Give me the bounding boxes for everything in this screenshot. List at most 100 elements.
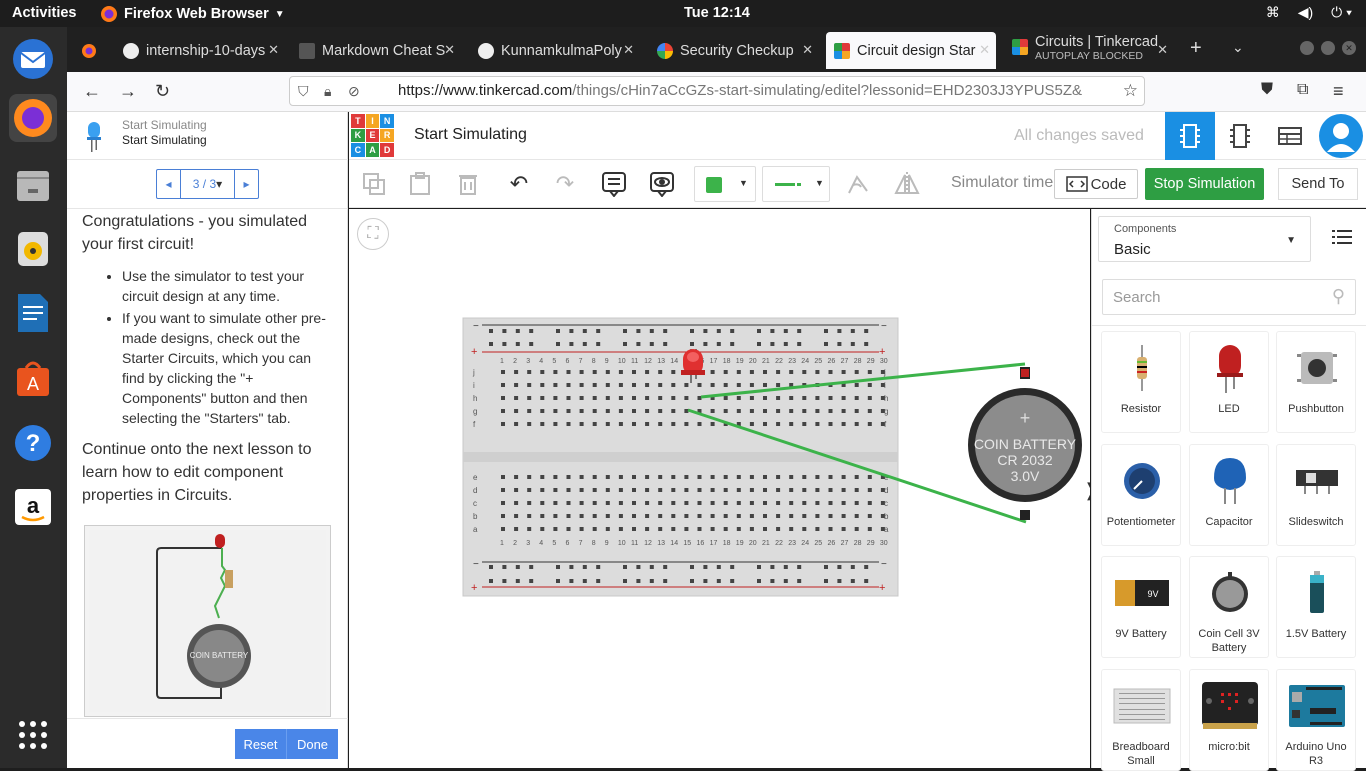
close-icon[interactable]: ✕ xyxy=(802,42,813,58)
pocket-icon[interactable]: ⛊ xyxy=(1261,81,1273,99)
next-step-button[interactable]: ▸ xyxy=(234,170,258,198)
tab-internship[interactable]: internship-10-days ✕ xyxy=(115,32,285,69)
component-resistor[interactable]: Resistor xyxy=(1101,331,1181,433)
code-button[interactable]: Code xyxy=(1054,169,1138,199)
coin-battery[interactable]: + COIN BATTERY CR 2032 3.0V xyxy=(968,367,1082,520)
activities-button[interactable]: Activities xyxy=(12,5,76,21)
rhythmbox-icon[interactable] xyxy=(9,225,57,273)
send-to-button[interactable]: Send To xyxy=(1278,168,1358,200)
app-menu[interactable]: Firefox Web Browser ▼ xyxy=(100,5,285,23)
close-window-button[interactable]: ✕ xyxy=(1342,41,1356,55)
component-search-input[interactable]: Search ⚲ xyxy=(1102,279,1356,315)
design-title[interactable]: Start Simulating xyxy=(414,126,527,144)
lesson-heading: Congratulations - you simulated your fir… xyxy=(82,213,308,253)
svg-text:a: a xyxy=(27,493,40,518)
firefox-dock-icon[interactable] xyxy=(9,94,57,142)
back-arrow-icon[interactable]: ← xyxy=(83,81,101,102)
component-coin-cell[interactable]: Coin Cell 3V Battery xyxy=(1189,556,1269,658)
lock-icon[interactable]: 🔒︎ xyxy=(324,77,331,105)
component-led[interactable]: LED xyxy=(1189,331,1269,433)
delete-icon[interactable] xyxy=(453,170,483,198)
component-arduino[interactable]: Arduino Uno R3 xyxy=(1276,669,1356,771)
components-selector[interactable]: Components Basic ▼ xyxy=(1098,216,1311,262)
new-tab-button[interactable]: + xyxy=(1190,37,1202,60)
reset-button[interactable]: Reset xyxy=(235,729,287,759)
maximize-button[interactable] xyxy=(1321,41,1335,55)
component-capacitor[interactable]: Capacitor xyxy=(1189,444,1269,546)
slideswitch-icon xyxy=(1282,451,1352,511)
pinned-tab[interactable] xyxy=(73,32,101,69)
svg-text:+: + xyxy=(879,346,885,358)
software-center-icon[interactable]: A xyxy=(9,354,57,402)
close-icon[interactable]: ✕ xyxy=(623,42,634,58)
component-potentiometer[interactable]: Potentiometer xyxy=(1101,444,1181,546)
component-battery-9v[interactable]: 9V 9V Battery xyxy=(1101,556,1181,658)
component-battery-aa[interactable]: 1.5V Battery xyxy=(1276,556,1356,658)
lesson-bullets: Use the simulator to test your circuit d… xyxy=(122,266,337,428)
close-icon[interactable]: ✕ xyxy=(1157,42,1168,58)
tab-circuit-design[interactable]: Circuit design Star ✕ xyxy=(826,32,996,69)
done-button[interactable]: Done xyxy=(287,729,338,759)
files-icon[interactable] xyxy=(9,161,57,209)
bookmark-star-icon[interactable]: ☆ xyxy=(1118,77,1138,105)
amazon-icon[interactable]: a xyxy=(9,483,57,531)
app-grid-icon[interactable] xyxy=(9,711,57,759)
coin-cell-icon xyxy=(1195,563,1265,623)
prev-step-button[interactable]: ◂ xyxy=(157,170,181,198)
svg-text:23: 23 xyxy=(788,540,796,547)
component-breadboard[interactable]: Breadboard Small xyxy=(1101,669,1181,771)
close-icon[interactable]: ✕ xyxy=(979,42,990,58)
component-slideswitch[interactable]: Slideswitch xyxy=(1276,444,1356,546)
user-avatar[interactable] xyxy=(1316,112,1366,160)
color-picker[interactable]: ▼ xyxy=(694,166,756,202)
color-swatch xyxy=(706,177,722,193)
tab-security[interactable]: Security Checkup ✕ xyxy=(649,32,819,69)
tracking-icon[interactable]: ⊘ xyxy=(348,77,360,105)
wire-type-picker[interactable]: ▼ xyxy=(762,166,830,202)
stop-simulation-button[interactable]: Stop Simulation xyxy=(1145,168,1264,200)
copy-icon[interactable] xyxy=(359,170,389,198)
battery-model: CR 2032 xyxy=(997,452,1052,468)
component-list-view-button[interactable] xyxy=(1265,112,1315,160)
component-pushbutton[interactable]: Pushbutton xyxy=(1276,331,1356,433)
forward-arrow-icon[interactable]: → xyxy=(119,81,137,102)
rotate-icon[interactable] xyxy=(843,170,873,198)
thunderbird-icon[interactable] xyxy=(9,35,57,83)
system-tray[interactable]: ⌘ ◀) ⏻ ▾ xyxy=(1266,4,1352,21)
potentiometer-icon xyxy=(1107,451,1177,511)
tab-list-chevron-icon[interactable]: ⌄ xyxy=(1232,39,1244,56)
chevron-right-icon[interactable]: ❭ xyxy=(1083,480,1098,501)
paste-icon[interactable] xyxy=(405,170,435,198)
tab-circuits[interactable]: Circuits | Tinkercad AUTOPLAY BLOCKED ✕ xyxy=(1004,32,1174,69)
search-icon[interactable]: ⚲ xyxy=(1332,286,1345,307)
workplane[interactable]: ⛶ − + − + − + − + jjiihhggffeeddccbbaa11… xyxy=(349,209,1098,768)
circuit-view-button[interactable] xyxy=(1165,112,1215,160)
undo-icon[interactable]: ↶ xyxy=(504,170,534,198)
help-icon[interactable]: ? xyxy=(9,419,57,467)
list-view-icon[interactable] xyxy=(1332,229,1352,248)
extensions-icon[interactable]: ⧉ xyxy=(1297,81,1308,99)
tinkercad-logo[interactable]: TIN KER CAD xyxy=(351,114,394,157)
reload-icon[interactable]: ↻ xyxy=(155,81,170,102)
close-icon[interactable]: ✕ xyxy=(444,42,455,58)
menu-icon[interactable]: ≡ xyxy=(1333,81,1344,102)
notes-icon[interactable] xyxy=(599,170,629,198)
minimize-button[interactable] xyxy=(1300,41,1314,55)
redo-icon[interactable]: ↷ xyxy=(550,170,580,198)
step-select[interactable]: 3 / 3 ▾ xyxy=(181,170,234,198)
lesson-panel: Start Simulating Start Simulating ◂ 3 / … xyxy=(67,112,348,768)
shield-icon[interactable]: ⛉ xyxy=(298,77,309,105)
close-icon[interactable]: ✕ xyxy=(268,42,279,58)
clock[interactable]: Tue 12:14 xyxy=(684,5,750,21)
component-microbit[interactable]: micro:bit xyxy=(1189,669,1269,771)
tab-markdown[interactable]: Markdown Cheat S ✕ xyxy=(291,32,461,69)
fit-view-icon[interactable]: ⛶ xyxy=(357,218,389,250)
visibility-icon[interactable] xyxy=(647,170,677,198)
divider xyxy=(67,208,348,209)
tab-kunnamkulma[interactable]: KunnamkulmaPoly ✕ xyxy=(470,32,640,69)
url-bar[interactable]: ⛉ 🔒︎ ⊘ https://www.tinkercad.com/things/… xyxy=(289,76,1145,106)
chevron-down-icon: ▼ xyxy=(274,8,285,20)
writer-icon[interactable] xyxy=(9,289,57,337)
flip-icon[interactable] xyxy=(892,170,922,198)
schematic-view-button[interactable] xyxy=(1215,112,1265,160)
